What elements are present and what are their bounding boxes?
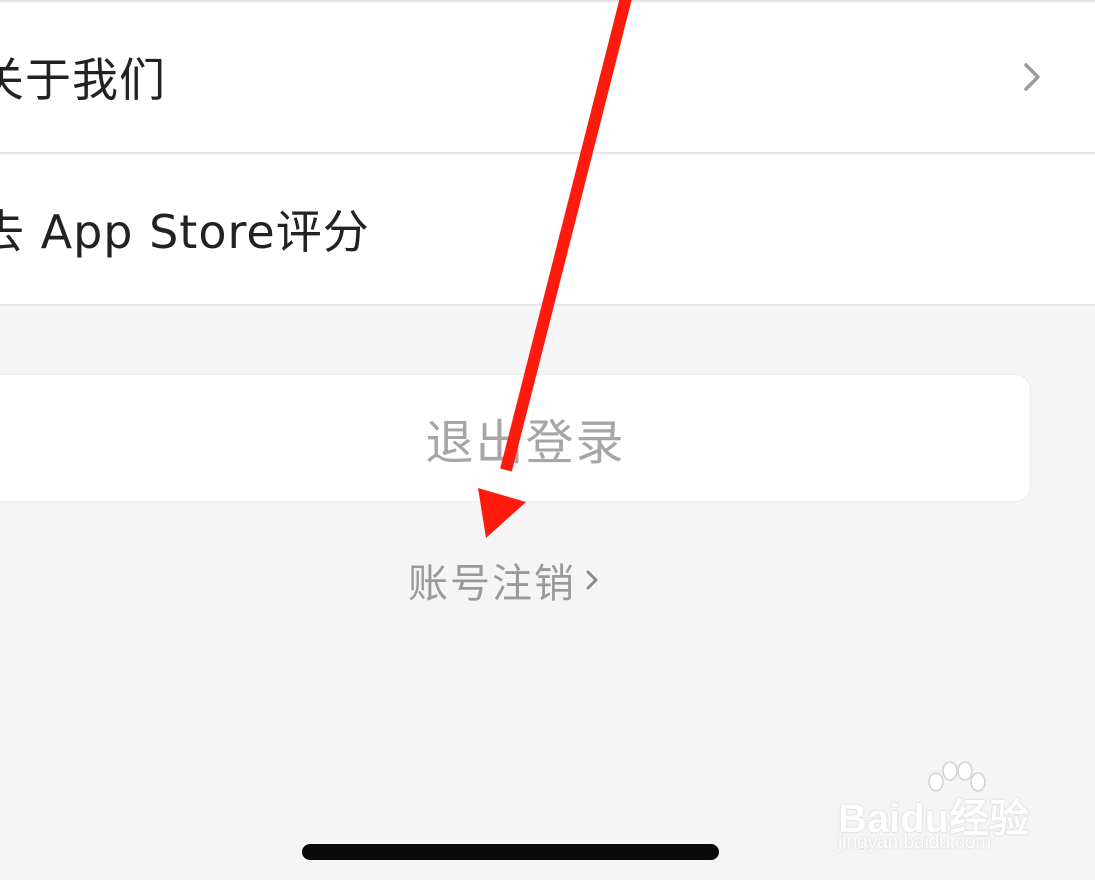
- settings-row-about-us[interactable]: 关于我们: [0, 2, 1095, 154]
- account-cancel-link[interactable]: 账号注销: [408, 552, 600, 608]
- chevron-right-icon: [586, 570, 598, 590]
- chevron-right-icon: [1024, 63, 1040, 91]
- home-indicator[interactable]: [302, 844, 719, 860]
- settings-list: 关于我们 去 App Store评分: [0, 0, 1095, 306]
- logout-label: 退出登录: [425, 415, 626, 471]
- settings-row-label: 去 App Store评分: [0, 205, 370, 259]
- settings-screen: 关于我们 去 App Store评分 退出登录 账号注销 Baidu经验 jin…: [0, 0, 1095, 880]
- watermark-url: jingyan.baidu.com: [838, 832, 992, 853]
- watermark: Baidu经验 jingyan.baidu.com: [838, 760, 1058, 860]
- logout-button[interactable]: 退出登录: [0, 374, 1031, 502]
- account-cancel-label: 账号注销: [408, 561, 576, 607]
- settings-row-app-store-rating[interactable]: 去 App Store评分: [0, 154, 1095, 306]
- settings-row-label: 关于我们: [0, 53, 166, 107]
